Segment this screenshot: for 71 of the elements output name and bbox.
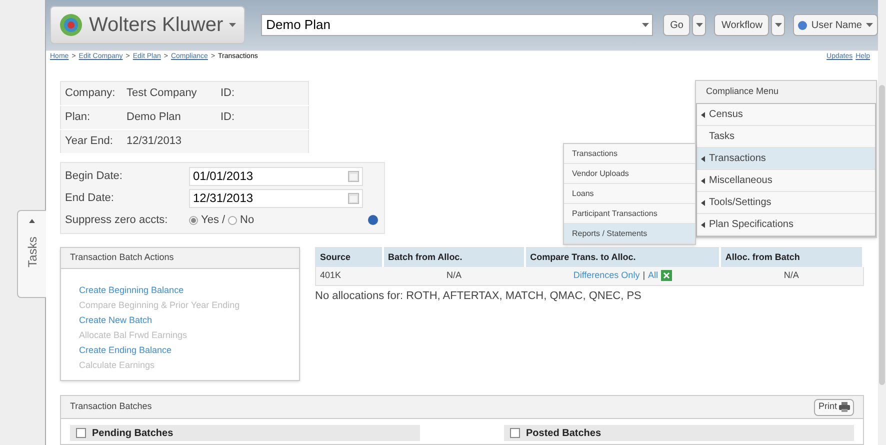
action-link[interactable]: Create Beginning Balance [79,283,184,298]
submenu-item[interactable]: Reports / Statements [564,224,695,244]
arrow-left-icon [701,200,705,206]
submenu-item[interactable]: Vendor Uploads [564,164,695,184]
radio-label[interactable]: No [240,212,254,228]
arrow-up-icon [29,219,35,223]
workflow-button[interactable]: Workflow [714,14,770,36]
caret-icon [642,23,649,27]
menu-item[interactable]: Tools/Settings [697,192,875,214]
field-label: Company: [60,82,122,106]
logo-icon [59,13,83,37]
caret-icon [866,23,873,27]
calendar-icon[interactable] [348,192,359,204]
separator-text: / [222,212,226,228]
arrow-left-icon [701,222,705,228]
field-label: Begin Date: [64,168,124,184]
menu-item[interactable]: Tasks [697,126,875,148]
field-label: Suppress zero accts: [64,212,169,228]
caret-icon [696,23,703,27]
checkbox[interactable] [510,428,520,438]
dropdown-button[interactable] [692,14,706,36]
dropdown-button[interactable] [771,14,786,36]
caret-icon [774,23,782,27]
submenu-item[interactable]: Transactions [564,144,695,164]
caret-icon [229,23,236,27]
radio-button[interactable] [228,216,238,224]
table-cell: 401K [316,266,384,286]
batch-list-title: Posted Batches [526,426,602,440]
separator-text: | [642,269,646,282]
menu-item[interactable]: Miscellaneous [697,170,875,192]
arrow-left-icon [701,178,705,184]
field-value: Test Company [122,82,216,106]
menu-item[interactable]: Census [697,104,875,126]
globe-icon [798,20,808,30]
action-link[interactable]: Create Ending Balance [79,343,172,358]
date-field[interactable]: 01/01/2013 [189,166,363,186]
arrow-left-icon [701,112,705,118]
logo-text: Wolters Kluwer [89,13,224,38]
table-cell: N/A [383,266,526,286]
field-label: ID: [216,106,308,130]
print-button[interactable]: Print [814,398,854,416]
field-label: End Date: [64,190,115,206]
allocation-note: No allocations for: ROTH, AFTERTAX, MATCH, QMAC, QNEC, PS [315,289,642,304]
search-field[interactable]: Demo Plan [261,14,654,36]
batch-list-title: Pending Batches [92,426,174,440]
tasks-tab[interactable]: Tasks [17,210,46,298]
user-menu-button[interactable]: User Name [793,14,878,36]
field-label: Year End: [60,130,122,154]
field-label: Plan: [60,106,122,130]
radio-button[interactable] [189,216,198,224]
logo-button[interactable]: Wolters Kluwer [50,6,246,44]
radio-label[interactable]: Yes [201,212,219,228]
table-cell: N/A [720,266,863,286]
field-label: ID: [216,82,308,106]
submenu-item[interactable]: Loans [564,184,695,204]
menu-title: Compliance Menu [705,85,780,98]
spreadsheet-icon[interactable] [661,270,672,282]
action-link[interactable]: Create New Batch [79,313,152,328]
arrow-left-icon [701,156,705,162]
checkbox[interactable] [76,428,86,438]
printer-icon [839,402,850,412]
calendar-icon[interactable] [348,170,359,182]
field-value: Demo Plan [122,106,216,130]
date-field[interactable]: 12/31/2013 [189,188,363,208]
menu-item[interactable]: Transactions [697,148,875,170]
menu-item[interactable]: Plan Specifications [697,214,875,236]
panel-title: Transaction Batch Actions [61,248,299,269]
go-button[interactable]: Go [663,14,690,36]
tab-label: Tasks [25,236,39,270]
panel-title: Transaction Batches [70,400,152,414]
field-value: 12/31/2013 [122,130,308,154]
